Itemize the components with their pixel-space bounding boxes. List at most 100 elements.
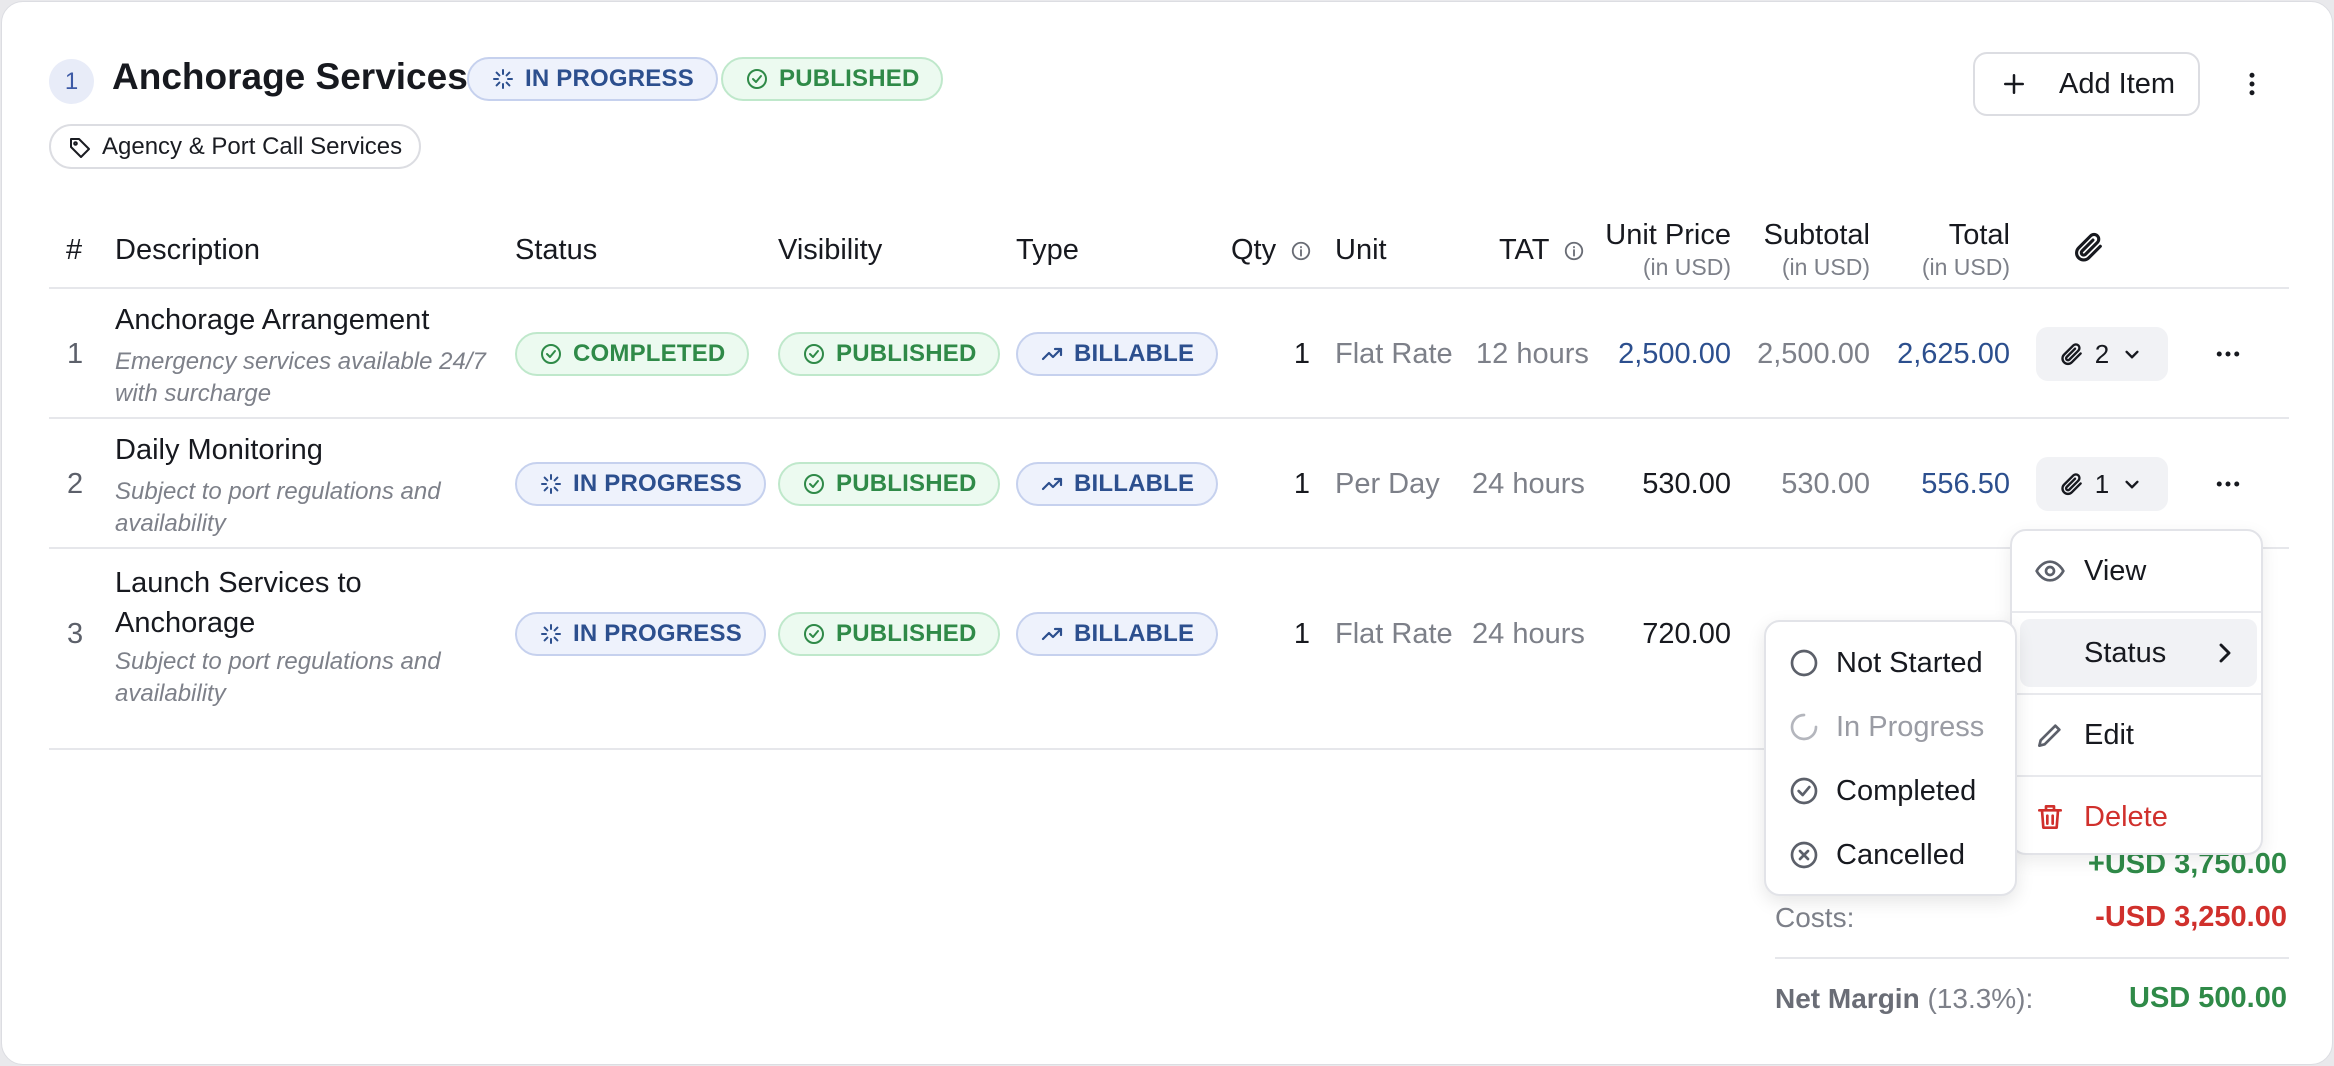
x-circle-icon [1790, 841, 1818, 869]
menu-item-edit[interactable]: Edit [2012, 695, 2261, 775]
menu-item-view[interactable]: View [2012, 531, 2261, 611]
row-subtotal: 530.00 [1781, 468, 1870, 500]
attachments-button[interactable]: 1 [2036, 457, 2168, 511]
chevron-right-icon [2219, 643, 2231, 663]
chevron-down-icon [2125, 480, 2139, 489]
tag-icon [70, 137, 90, 158]
row-unit: Flat Rate [1335, 618, 1453, 650]
col-header-type: Type [1016, 234, 1079, 266]
info-icon[interactable] [1563, 240, 1585, 262]
row-tat: 24 hours [1472, 468, 1585, 500]
row-qty: 1 [1293, 468, 1310, 500]
trending-up-icon [1041, 347, 1063, 361]
more-horizontal-icon [2216, 351, 2240, 357]
menu-item-status[interactable]: Status [2020, 619, 2257, 687]
circle-icon [1790, 649, 1818, 677]
row-visibility-badge[interactable]: PUBLISHED [778, 332, 1001, 376]
row-status-badge[interactable]: IN PROGRESS [515, 612, 766, 656]
attachments-button[interactable]: 2 [2036, 327, 2168, 381]
status-option-not-started[interactable]: Not Started [1788, 643, 1983, 683]
item-title: Daily Monitoring [115, 434, 323, 466]
section-card: 1 Anchorage Services IN PROGRESS PUBLISH… [1, 1, 2333, 1065]
paperclip-icon [2061, 473, 2082, 496]
col-header-tat: TAT [1499, 234, 1585, 267]
col-header-num: # [66, 234, 83, 266]
section-number: 1 [49, 59, 94, 104]
status-option-cancelled[interactable]: Cancelled [1788, 835, 1965, 875]
section-status-badge[interactable]: IN PROGRESS [467, 57, 718, 101]
row-unit: Per Day [1335, 468, 1440, 500]
col-header-unit-price: Unit Price (in USD) [1605, 219, 1731, 280]
category-tag[interactable]: Agency & Port Call Services [49, 124, 422, 169]
row-unit-price: 530.00 [1642, 468, 1731, 500]
add-item-button[interactable]: Add Item [1973, 52, 2200, 116]
status-submenu: Not Started In Progress Completed Cancel… [1764, 620, 2017, 896]
col-header-total: Total (in USD) [1921, 219, 2010, 280]
plus-icon [2004, 74, 2024, 94]
summary-divider [1775, 957, 2289, 959]
trending-up-icon [1041, 477, 1063, 491]
spinner-icon [1790, 713, 1818, 741]
costs-label: Costs: [1775, 902, 1855, 933]
item-note: Subject to port regulations and availabi… [115, 478, 441, 537]
net-margin-label: Net Margin (13.3%): [1775, 983, 2034, 1014]
check-circle-icon [804, 344, 824, 364]
status-option-in-progress[interactable]: In Progress [1788, 707, 1984, 747]
status-option-completed[interactable]: Completed [1788, 771, 1976, 811]
row-type-badge[interactable]: BILLABLE [1016, 612, 1219, 656]
row-context-menu: View Status Edit Delete [2010, 529, 2263, 855]
row-tat: 12 hours [1476, 338, 1589, 370]
trending-up-icon [1041, 627, 1063, 641]
table-bottom-divider [49, 748, 1769, 750]
row-visibility-badge[interactable]: PUBLISHED [778, 462, 1001, 506]
paperclip-icon [2061, 343, 2082, 366]
row-number: 2 [67, 468, 84, 500]
row-type-badge[interactable]: BILLABLE [1016, 462, 1219, 506]
row-divider [49, 547, 2289, 549]
col-header-status: Status [515, 234, 598, 266]
loader-icon [541, 474, 561, 494]
row-number: 3 [67, 618, 84, 650]
row-qty: 1 [1293, 338, 1310, 370]
header-divider [49, 287, 2289, 289]
row-divider [49, 417, 2289, 419]
col-header-subtotal: Subtotal (in USD) [1763, 219, 1870, 280]
row-unit-price: 720.00 [1642, 618, 1731, 650]
menu-item-delete[interactable]: Delete [2012, 777, 2261, 857]
col-header-qty: Qty [1231, 234, 1312, 267]
check-circle-icon [747, 69, 767, 89]
more-horizontal-icon [2216, 481, 2240, 487]
row-more-button[interactable] [2208, 464, 2248, 504]
info-icon[interactable] [1290, 240, 1312, 262]
row-total: 2,625.00 [1897, 338, 2010, 370]
row-type-badge[interactable]: BILLABLE [1016, 332, 1219, 376]
row-visibility-badge[interactable]: PUBLISHED [778, 612, 1001, 656]
row-subtotal: 2,500.00 [1757, 338, 1870, 370]
col-header-visibility: Visibility [778, 234, 883, 266]
eye-icon [2035, 560, 2065, 582]
check-circle-icon [804, 624, 824, 644]
check-circle-icon [1790, 777, 1818, 805]
net-margin-value: USD 500.00 [2129, 982, 2287, 1014]
check-circle-icon [804, 474, 824, 494]
loader-icon [493, 69, 513, 89]
row-unit-price: 2,500.00 [1618, 338, 1731, 370]
item-note: Subject to port regulations and availabi… [115, 648, 441, 707]
chevron-down-icon [2125, 350, 2139, 359]
costs-value: -USD 3,250.00 [2095, 901, 2287, 933]
trash-icon [2038, 805, 2062, 829]
section-title: Anchorage Services [112, 56, 468, 97]
col-header-description: Description [115, 234, 261, 266]
attachment-header-icon [2072, 230, 2106, 264]
row-number: 1 [67, 338, 84, 370]
row-status-badge[interactable]: COMPLETED [515, 332, 750, 376]
section-more-button[interactable] [2232, 64, 2272, 104]
row-tat: 24 hours [1472, 618, 1585, 650]
col-header-unit: Unit [1335, 234, 1387, 266]
row-more-button[interactable] [2208, 334, 2248, 374]
section-visibility-badge[interactable]: PUBLISHED [721, 57, 944, 101]
row-unit: Flat Rate [1335, 338, 1453, 370]
more-vertical-icon [2249, 72, 2255, 96]
row-status-badge[interactable]: IN PROGRESS [515, 462, 766, 506]
menu-divider [2012, 611, 2261, 613]
